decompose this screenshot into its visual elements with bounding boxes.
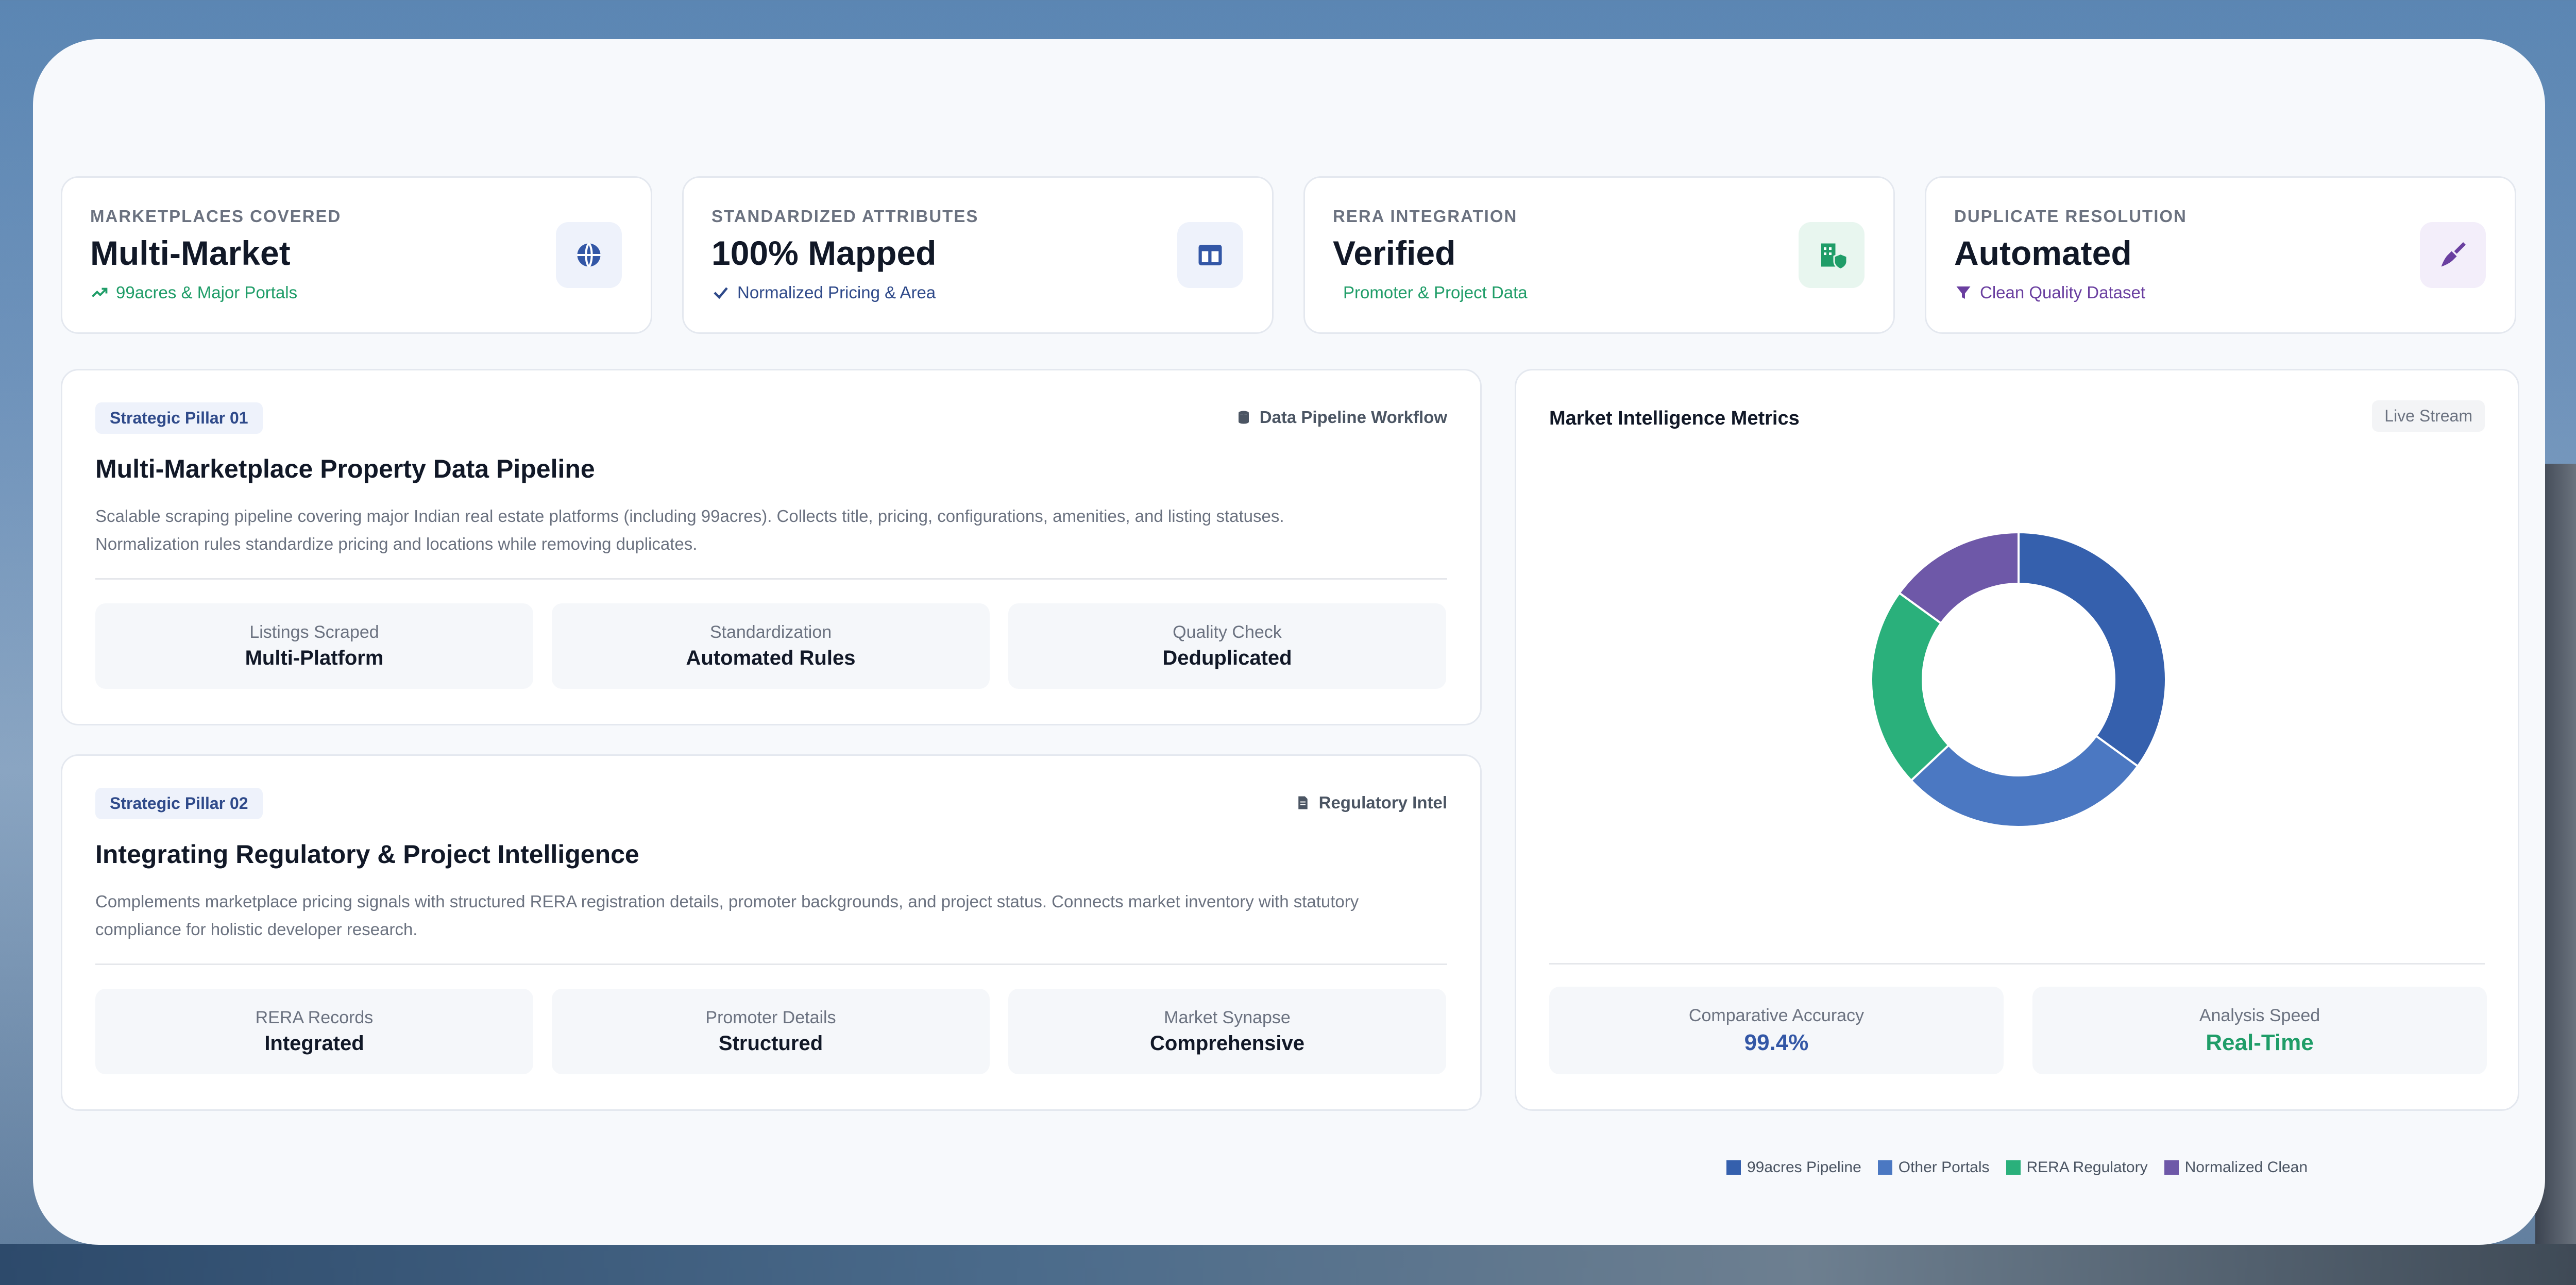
stat-value: Automated: [1954, 234, 2132, 272]
metric-tile-label: Listings Scraped: [249, 622, 379, 642]
pillar-badge: Strategic Pillar 02: [95, 788, 263, 819]
pillar-description-line: Complements marketplace pricing signals …: [95, 892, 1359, 911]
building-shield-icon: [1799, 222, 1865, 288]
stat-subtext: Normalized Pricing & Area: [711, 283, 936, 302]
legend-label: Normalized Clean: [2184, 1159, 2308, 1176]
database-icon: [1238, 411, 1249, 424]
metric-tile-value: Automated Rules: [686, 647, 856, 669]
divider: [95, 578, 1447, 580]
pillar-panel-1: Strategic Pillar 01 Data Pipeline Workfl…: [61, 369, 1482, 725]
metric-tile: RERA Records Integrated: [95, 989, 533, 1074]
stat-subtext: 99acres & Major Portals: [90, 283, 297, 302]
metrics-panel: Market Intelligence Metrics Live Stream …: [1515, 369, 2519, 1176]
donut-chart: [1870, 531, 2167, 828]
stat-card-attributes: STANDARDIZED ATTRIBUTES 100% Mapped Norm…: [682, 176, 1274, 334]
metric-tile-label: Market Synapse: [1164, 1008, 1291, 1027]
legend-swatch: [1726, 1160, 1741, 1175]
pillar-tag: Regulatory Intel: [1295, 793, 1447, 813]
speed-value: Real-Time: [2206, 1029, 2314, 1055]
pillar-description: Complements marketplace pricing signals …: [95, 888, 1435, 943]
stat-card-rera: RERA INTEGRATION Verified Promoter & Pro…: [1303, 176, 1895, 334]
trend-up-icon: [92, 288, 108, 297]
stat-subtext-label: Promoter & Project Data: [1343, 283, 1528, 302]
divider: [1549, 963, 2485, 965]
broom-icon: [2420, 222, 2486, 288]
speed-label: Analysis Speed: [2199, 1005, 2320, 1025]
globe-icon: [556, 222, 622, 288]
legend-label: RERA Regulatory: [2026, 1159, 2148, 1176]
stat-value: Multi-Market: [90, 234, 291, 272]
legend-item: Normalized Clean: [2164, 1159, 2308, 1176]
stat-value: Verified: [1333, 234, 1456, 272]
pillar-description-line: Normalization rules standardize pricing …: [95, 534, 698, 553]
pillar-title: Integrating Regulatory & Project Intelli…: [95, 840, 639, 869]
metric-tile: Listings Scraped Multi-Platform: [95, 603, 533, 689]
check-icon: [714, 287, 728, 299]
pillar-tag-label: Data Pipeline Workflow: [1259, 408, 1447, 427]
stat-label: STANDARDIZED ATTRIBUTES: [711, 207, 979, 226]
legend-swatch: [2006, 1160, 2021, 1175]
pillar-description-line: Scalable scraping pipeline covering majo…: [95, 506, 1284, 526]
background-skyline: [0, 1244, 2576, 1285]
pillar-tag: Data Pipeline Workflow: [1236, 408, 1447, 427]
stat-subtext-label: Normalized Pricing & Area: [737, 283, 936, 302]
stat-subtext: Clean Quality Dataset: [1954, 283, 2145, 302]
metric-tile: Quality Check Deduplicated: [1008, 603, 1446, 689]
accuracy-label: Comparative Accuracy: [1688, 1005, 1865, 1025]
metric-tile-label: Quality Check: [1173, 622, 1282, 642]
legend-item: RERA Regulatory: [2006, 1159, 2148, 1176]
metric-tile-label: RERA Records: [255, 1008, 374, 1027]
legend-label: Other Portals: [1898, 1159, 1990, 1176]
pillar-badge: Strategic Pillar 01: [95, 402, 263, 434]
metric-tile-value: Comprehensive: [1149, 1032, 1305, 1055]
stat-subtext-label: 99acres & Major Portals: [116, 283, 298, 302]
pillar-description: Scalable scraping pipeline covering majo…: [95, 502, 1435, 558]
metrics-title: Market Intelligence Metrics: [1549, 408, 1800, 429]
metric-tile-label: Standardization: [709, 622, 832, 642]
legend-label: 99acres Pipeline: [1747, 1159, 1861, 1176]
metric-tile: Market Synapse Comprehensive: [1008, 989, 1446, 1074]
pillar-tag-label: Regulatory Intel: [1318, 793, 1447, 812]
layout-icon: [1177, 222, 1243, 288]
accuracy-tile: Comparative Accuracy 99.4%: [1549, 987, 2004, 1074]
divider: [95, 963, 1447, 965]
speed-tile: Analysis Speed Real-Time: [2032, 987, 2487, 1074]
metric-tile-value: Multi-Platform: [245, 647, 384, 669]
filter-icon: [1956, 286, 1971, 299]
stat-subtext: Promoter & Project Data: [1343, 283, 1528, 302]
metric-tile: Standardization Automated Rules: [552, 603, 990, 689]
metric-tile-value: Deduplicated: [1162, 647, 1292, 669]
legend-swatch: [2164, 1160, 2179, 1175]
metric-tile-label: Promoter Details: [705, 1008, 836, 1027]
dashboard-window: MARKETPLACES COVERED Multi-Market 99acre…: [33, 39, 2545, 1245]
stat-value: 100% Mapped: [711, 234, 937, 272]
stat-card-marketplaces: MARKETPLACES COVERED Multi-Market 99acre…: [61, 176, 652, 334]
metric-tile-value: Structured: [718, 1032, 823, 1055]
live-stream-badge: Live Stream: [2372, 400, 2485, 432]
stat-subtext-label: Clean Quality Dataset: [1980, 283, 2145, 302]
metric-tile-value: Integrated: [264, 1032, 364, 1055]
document-icon: [1298, 796, 1308, 809]
stat-label: DUPLICATE RESOLUTION: [1954, 207, 2187, 226]
stat-label: RERA INTEGRATION: [1333, 207, 1518, 226]
donut-slice-1: [2018, 531, 2167, 768]
legend-item: 99acres Pipeline: [1726, 1159, 1861, 1176]
metric-tile: Promoter Details Structured: [552, 989, 990, 1074]
pillar-panel-2: Strategic Pillar 02 Regulatory Intel Int…: [61, 754, 1482, 1111]
stat-card-duplicates: DUPLICATE RESOLUTION Automated Clean Qua…: [1925, 176, 2516, 334]
chart-legend: 99acres Pipeline Other Portals RERA Regu…: [1516, 1159, 2518, 1176]
stat-label: MARKETPLACES COVERED: [90, 207, 342, 226]
legend-item: Other Portals: [1877, 1159, 1990, 1176]
legend-swatch: [1877, 1160, 1892, 1175]
pillar-title: Multi-Marketplace Property Data Pipeline: [95, 454, 595, 483]
accuracy-value: 99.4%: [1744, 1029, 1809, 1055]
pillar-description-line: compliance for holistic developer resear…: [95, 920, 418, 939]
